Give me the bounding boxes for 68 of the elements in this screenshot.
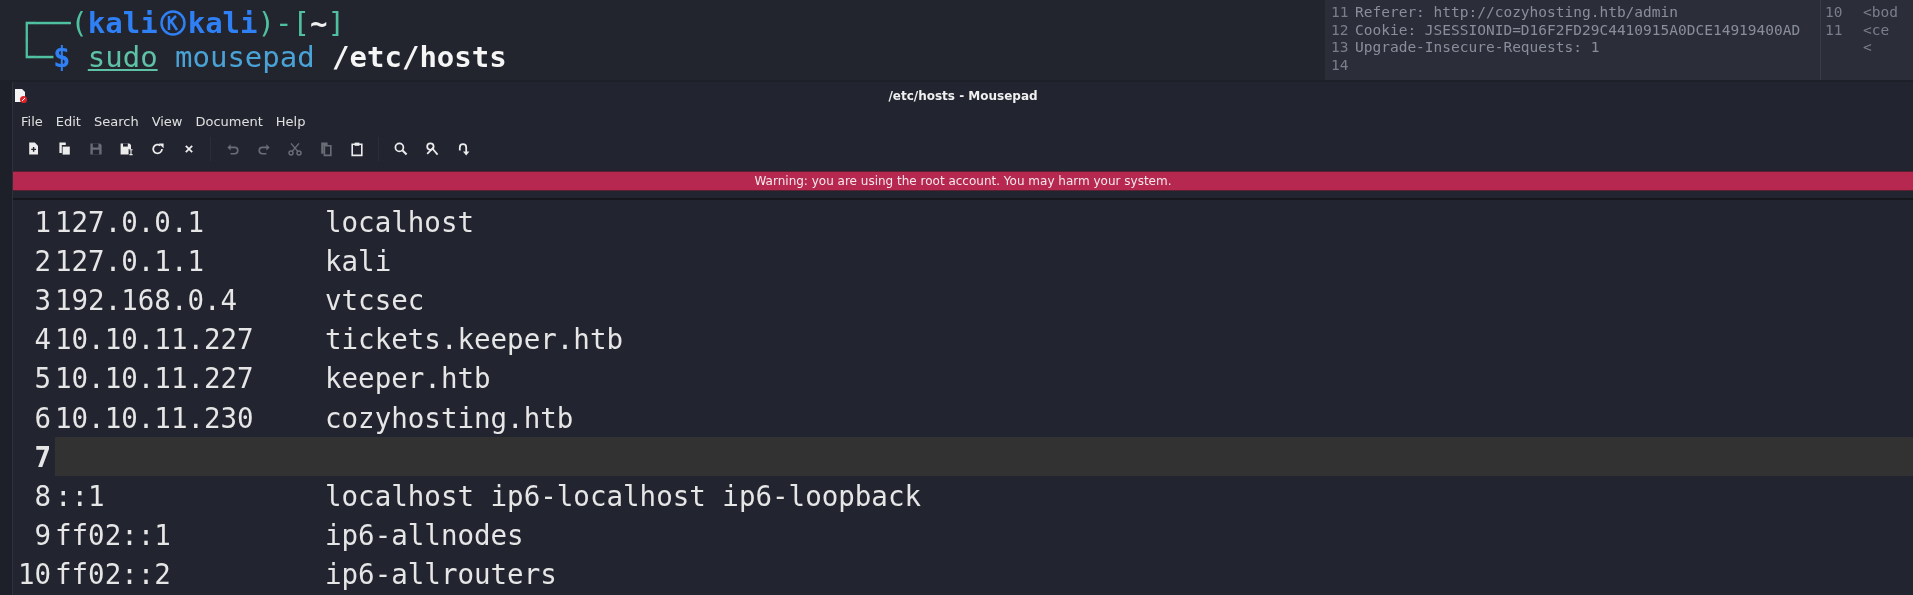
menu-item[interactable]: Edit (49, 113, 87, 129)
host-names: localhost (325, 205, 474, 238)
host-names: keeper.htb (325, 362, 491, 395)
host-names: kali (325, 244, 392, 277)
ip-address: ff02::2 (55, 558, 171, 591)
code-line: Cookie: JSESSIONID=D16F2FD29C4410915A0DCE14919400AD (1355, 21, 1801, 39)
line-number: 13 (1331, 39, 1349, 57)
line-number: 1 (33, 205, 52, 238)
menu-item[interactable]: Search (87, 113, 145, 129)
host-names: localhost ip6-localhost ip6-loopback (325, 479, 922, 512)
prompt-host: kali (187, 6, 258, 40)
ip-address: 10.10.11.227 (55, 362, 254, 395)
line-number: 14 (1331, 56, 1349, 74)
line-number: 4 (33, 323, 52, 356)
warning-message: Warning: you are using the root account. You may harm your system. (754, 174, 1172, 188)
scissors-icon (286, 141, 303, 157)
code-line: Referer: http://cozyhosting.htb/admin (1355, 4, 1678, 22)
menu-item[interactable]: Document (189, 113, 269, 129)
ip-address: 10.10.11.230 (55, 401, 254, 434)
line-number: 11 (1825, 21, 1843, 39)
prompt-user: kali (87, 6, 158, 40)
line-number: 3 (33, 283, 52, 316)
menu-item[interactable]: View (145, 113, 189, 129)
ip-address: 192.168.0.4 (55, 283, 238, 316)
line-number: 6 (33, 401, 52, 434)
documents-icon (56, 141, 73, 157)
search-replace-icon (423, 141, 440, 157)
reload-icon (149, 141, 166, 157)
floppy-disk-icon (118, 141, 135, 157)
line-number: 5 (33, 362, 52, 395)
menu-item[interactable]: Help (269, 113, 312, 129)
line-number: 9 (33, 519, 52, 552)
prompt-frame: ┌──( (18, 6, 88, 40)
line-number: 2 (33, 244, 52, 277)
prompt-frame: └─ (18, 40, 53, 74)
line-number: 7 (33, 440, 52, 473)
prompt-directory: ~ (309, 6, 328, 40)
line-number: 8 (33, 479, 52, 512)
ip-address: 127.0.0.1 (55, 205, 204, 238)
redo-icon (255, 141, 272, 157)
prompt-frame: )-[ (257, 6, 310, 40)
prompt-frame: ] (327, 6, 345, 40)
host-names: tickets.keeper.htb (325, 323, 623, 356)
line-number: 11 (1331, 4, 1349, 22)
document-icon (15, 89, 27, 103)
ip-address: 10.10.11.227 (55, 323, 254, 356)
menu-item[interactable]: File (15, 113, 49, 129)
window-title: /etc/hosts - Mousepad (888, 89, 1038, 103)
line-number: 10 (1825, 4, 1843, 22)
ip-address: ::1 (55, 479, 105, 512)
search-icon (392, 141, 409, 157)
line-number: 10 (16, 558, 52, 591)
code-line: Upgrade-Insecure-Requests: 1 (1355, 39, 1600, 57)
host-names: cozyhosting.htb (325, 401, 574, 434)
ip-address: ff02::1 (55, 519, 171, 552)
code-line: <ce (1863, 21, 1890, 39)
circled-k-icon (159, 10, 186, 36)
command: sudo (87, 40, 158, 74)
host-names: ip6-allrouters (325, 558, 557, 591)
ip-address: 127.0.1.1 (55, 244, 204, 277)
clipboard-icon (348, 141, 365, 157)
code-line: <bod (1863, 4, 1898, 22)
line-number: 12 (1331, 21, 1349, 39)
command-path: /etc/hosts (332, 40, 507, 74)
host-names: ip6-allnodes (325, 519, 524, 552)
command-argument: mousepad (175, 40, 315, 74)
host-names: vtcsec (325, 283, 425, 316)
code-line: < (1863, 39, 1872, 57)
